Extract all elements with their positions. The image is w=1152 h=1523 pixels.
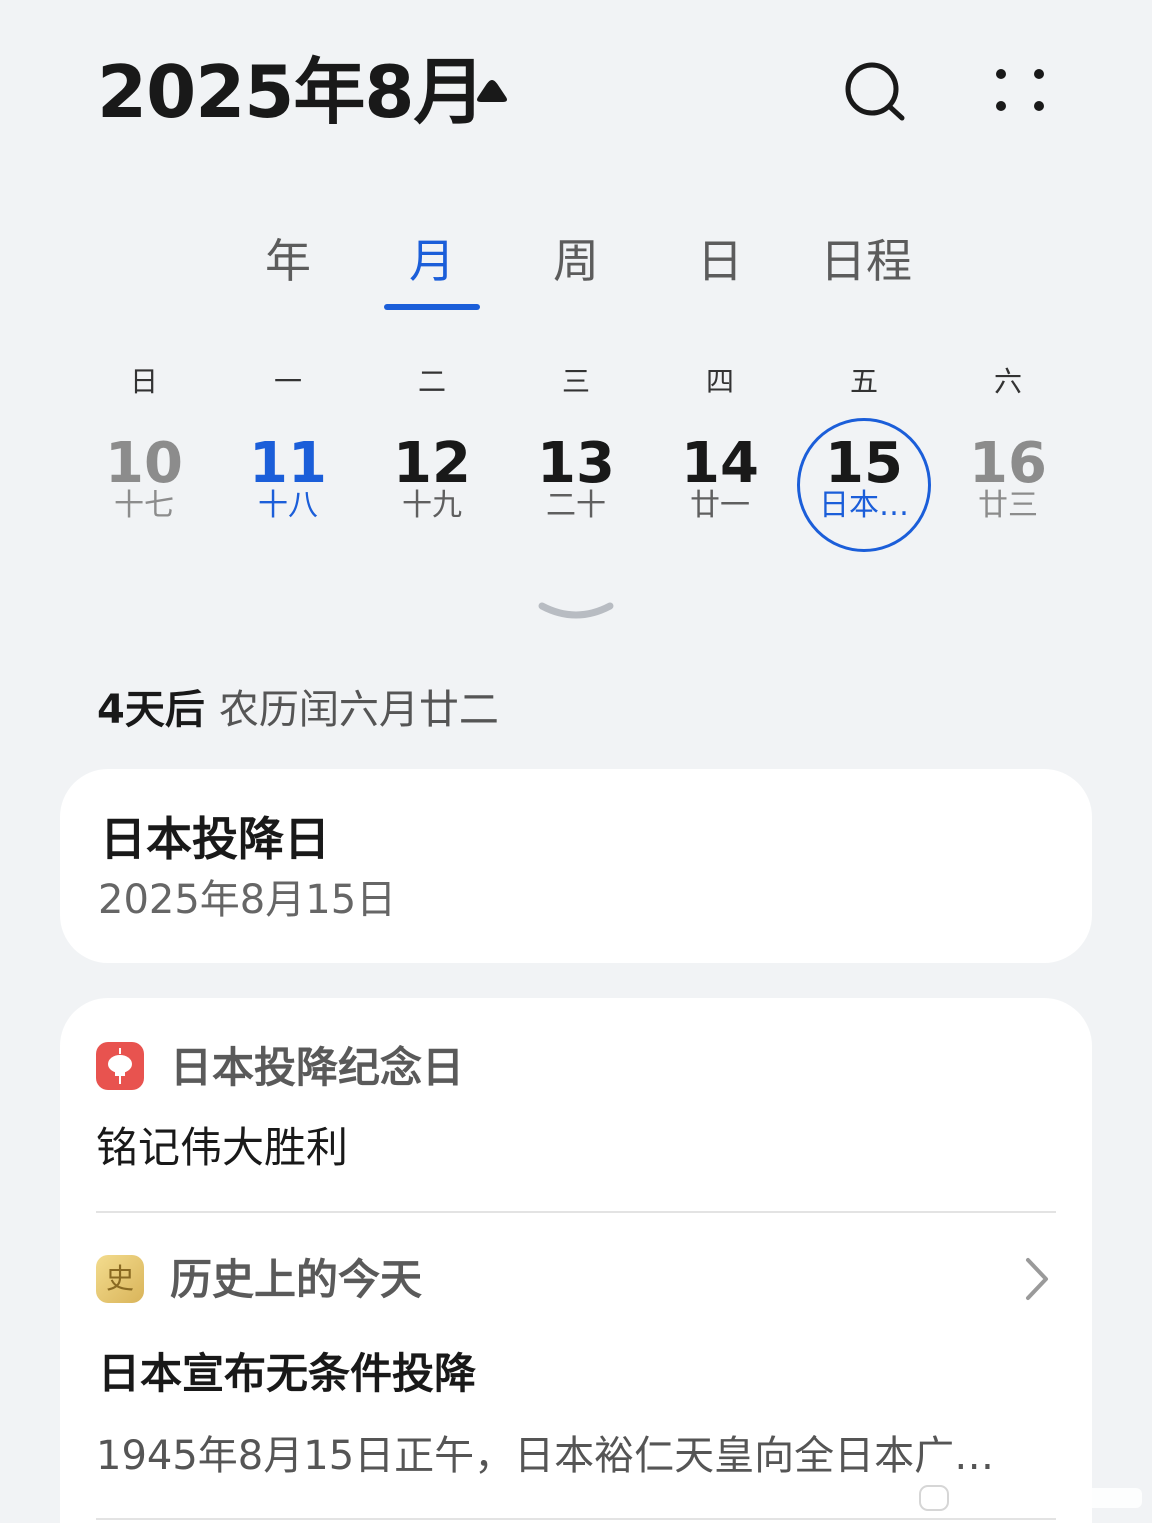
weekday-label: 六: [993, 365, 1022, 398]
search-icon[interactable]: [842, 60, 908, 126]
day-number: 13: [537, 431, 615, 496]
divider: [96, 1211, 1056, 1213]
date-summary: 4天后 农历闰六月廿二: [97, 686, 499, 734]
weekday-label: 一: [273, 365, 302, 398]
caret-up-icon[interactable]: [474, 76, 510, 106]
weekday-label: 二: [417, 365, 446, 398]
history-description: 1945年8月15日正午，日本裕仁天皇向全日本广…: [96, 1433, 995, 1479]
calendar-screen: 2025年8月 年 月 周 日 日程 日 一 二 三 四 五 六 10 十七 1…: [0, 0, 1152, 1523]
day-cell-today[interactable]: 11 十八: [221, 418, 355, 552]
tab-month[interactable]: 月: [392, 226, 472, 296]
lantern-icon: [96, 1042, 144, 1090]
tab-week[interactable]: 周: [536, 226, 616, 296]
event-date: 2025年8月15日: [98, 877, 397, 923]
day-number: 12: [393, 431, 471, 496]
lunar-date: 二十: [546, 488, 606, 523]
more-dots-icon[interactable]: [992, 62, 1050, 120]
weekday-label: 三: [561, 365, 590, 398]
day-cell[interactable]: 13 二十: [509, 418, 643, 552]
festival-subtitle: 铭记伟大胜利: [96, 1123, 349, 1172]
info-card: 日本投降纪念日 铭记伟大胜利 史 历史上的今天 日本宣布无条件投降 1945年8…: [60, 998, 1092, 1523]
history-section-title[interactable]: 历史上的今天: [170, 1254, 422, 1306]
day-number: 16: [969, 431, 1047, 496]
lunar-full-date: 农历闰六月廿二: [218, 687, 499, 733]
festival-label: 日本…: [819, 488, 909, 523]
weekday-label: 五: [849, 365, 878, 398]
tab-schedule[interactable]: 日程: [806, 226, 926, 296]
event-card[interactable]: 日本投降日 2025年8月15日: [60, 769, 1092, 963]
day-cell[interactable]: 10 十七: [77, 418, 211, 552]
day-cell-selected[interactable]: 15 日本…: [797, 418, 931, 552]
festival-section-title: 日本投降纪念日: [170, 1043, 465, 1092]
day-cell[interactable]: 14 廿一: [653, 418, 787, 552]
history-icon: 史: [96, 1255, 144, 1303]
day-cell[interactable]: 12 十九: [365, 418, 499, 552]
event-title: 日本投降日: [100, 812, 330, 866]
day-number: 15: [825, 431, 903, 496]
day-number: 10: [105, 431, 183, 496]
lunar-date: 廿一: [690, 488, 750, 523]
lunar-date: 廿三: [978, 488, 1038, 523]
day-cell[interactable]: 16 廿三: [941, 418, 1075, 552]
weekday-label: 四: [705, 365, 734, 398]
lunar-date: 十八: [258, 488, 318, 523]
relative-days: 4天后: [97, 687, 205, 733]
view-tabs: 年 月 周 日 日程: [0, 226, 1152, 316]
lunar-date: 十七: [114, 488, 174, 523]
tab-year[interactable]: 年: [248, 226, 328, 296]
weekday-label: 日: [129, 365, 158, 398]
day-number: 11: [249, 431, 327, 496]
chevron-down-icon[interactable]: [536, 598, 616, 630]
history-headline[interactable]: 日本宣布无条件投降: [98, 1348, 476, 1400]
tab-day[interactable]: 日: [680, 226, 760, 296]
day-number: 14: [681, 431, 759, 496]
chevron-right-icon[interactable]: [1022, 1256, 1052, 1302]
divider: [96, 1518, 1056, 1520]
active-tab-indicator: [384, 304, 480, 310]
history-icon-glyph: 史: [105, 1262, 134, 1295]
month-title[interactable]: 2025年8月: [97, 52, 485, 132]
lunar-date: 十九: [402, 488, 462, 523]
watermark-graphic: [919, 1485, 1142, 1511]
